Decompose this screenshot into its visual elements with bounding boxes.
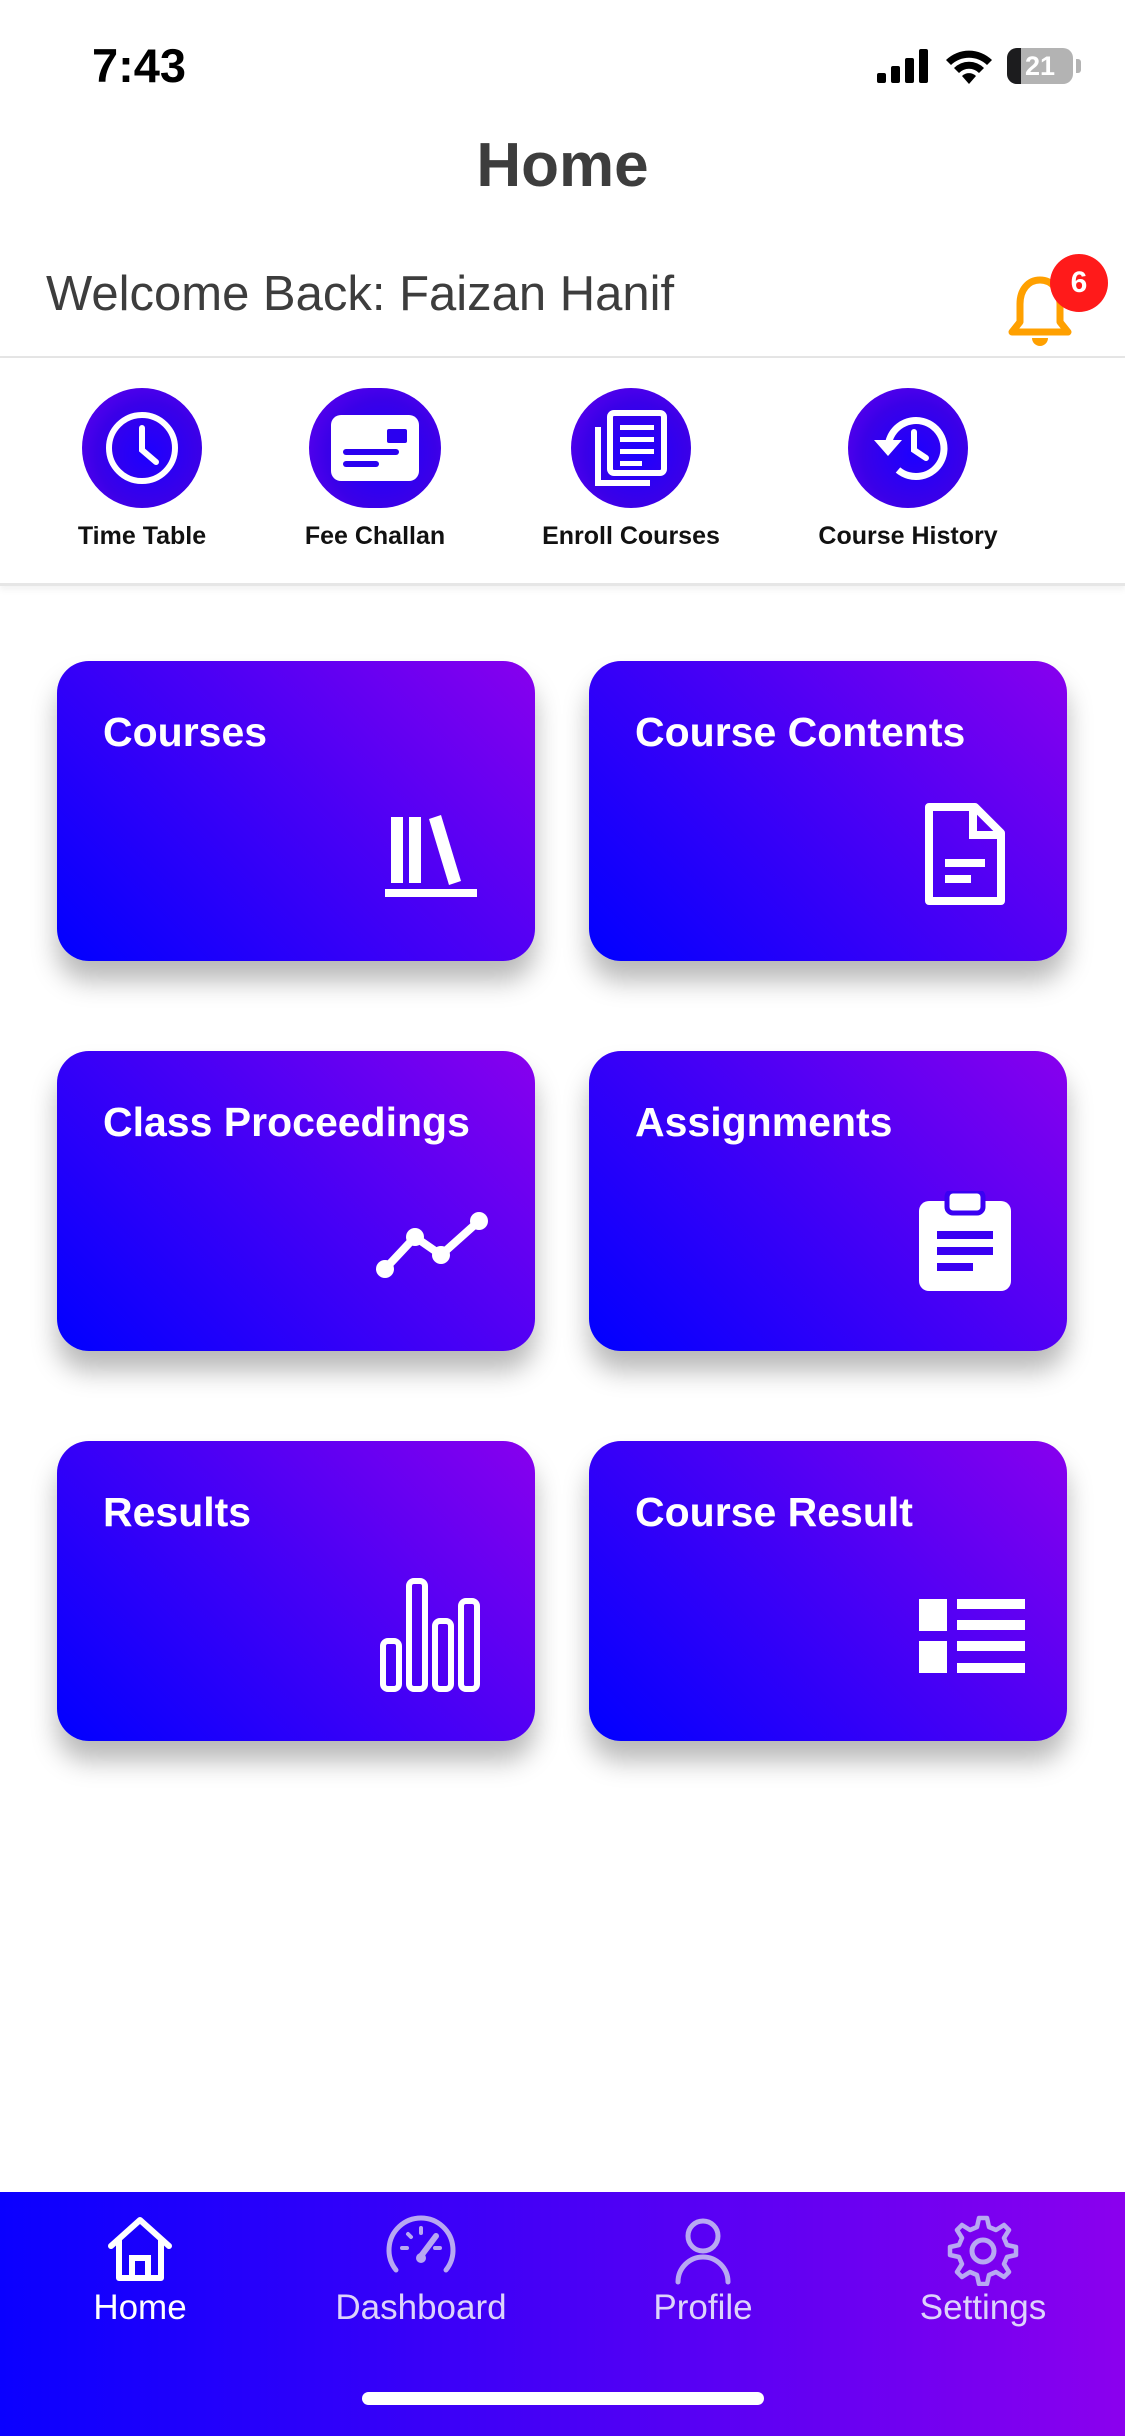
nav-label: Profile [653,2288,753,2327]
card-title: Courses [103,709,268,755]
quick-action-label: Course History [818,522,998,550]
quick-action-circle [848,388,968,508]
clock-icon [106,412,178,484]
notification-badge: 6 [1050,254,1108,312]
card-results[interactable]: Results [57,1441,535,1741]
gear-icon [947,2215,1019,2286]
bottom-nav: Home Dashboard Profile Settings [0,2192,1125,2436]
card-title: Class Proceedings [103,1099,470,1145]
card-course-result[interactable]: Course Result [589,1441,1067,1741]
list-icon [919,1599,1025,1673]
nav-label: Home [93,2288,187,2327]
card-assignments[interactable]: Assignments [589,1051,1067,1351]
bar-chart-icon [380,1578,480,1692]
signal-icon [877,49,928,83]
card-courses[interactable]: Courses [57,661,535,961]
battery-cap [1076,59,1081,73]
card-title: Results [103,1489,252,1535]
quick-action-time-table[interactable]: Time Table [22,388,262,551]
battery-fill [1007,48,1021,84]
card-title: Course Result [635,1489,913,1535]
battery-level: 21 [1024,50,1056,81]
quick-action-circle [309,388,441,508]
document-icon [925,803,1005,905]
status-icons: 21 [877,48,1081,84]
nav-label: Settings [919,2288,1047,2327]
home-icon [108,2217,172,2281]
nav-item-profile[interactable]: Profile [573,2212,833,2328]
home-indicator[interactable] [362,2392,764,2405]
nav-item-home[interactable]: Home [10,2212,270,2328]
battery-icon: 21 [1007,48,1073,84]
clipboard-icon [919,1191,1011,1291]
card-title: Assignments [635,1099,893,1145]
quick-action-label: Time Table [77,522,207,550]
quick-action-circle [82,388,202,508]
welcome-text: Welcome Back: Faizan Hanif [46,267,675,321]
nav-label: Dashboard [335,2288,507,2327]
quick-action-circle [571,388,691,508]
card-title: Course Contents [635,709,966,755]
card-class-proceedings[interactable]: Class Proceedings [57,1051,535,1351]
trend-line-icon [376,1212,488,1278]
quick-action-enroll-courses[interactable]: Enroll Courses [511,388,751,551]
quick-actions-bar: Time Table Fee Challan Enroll Courses Co… [0,358,1125,586]
status-bar: 7:43 21 [0,0,1125,130]
copy-document-icon [595,410,667,486]
quick-action-fee-challan[interactable]: Fee Challan [255,388,495,551]
history-icon [874,417,948,480]
quick-action-course-history[interactable]: Course History [788,388,1028,551]
status-time: 7:43 [92,39,187,92]
person-icon [675,2218,731,2285]
card-course-contents[interactable]: Course Contents [589,661,1067,961]
books-icon [385,815,477,897]
quick-action-label: Fee Challan [304,522,446,550]
nav-item-settings[interactable]: Settings [853,2212,1113,2328]
wifi-icon [946,50,992,84]
page-title: Home [476,131,649,200]
id-card-icon [331,415,419,481]
quick-action-label: Enroll Courses [542,522,720,550]
speedometer-icon [386,2215,456,2273]
nav-item-dashboard[interactable]: Dashboard [291,2212,551,2328]
